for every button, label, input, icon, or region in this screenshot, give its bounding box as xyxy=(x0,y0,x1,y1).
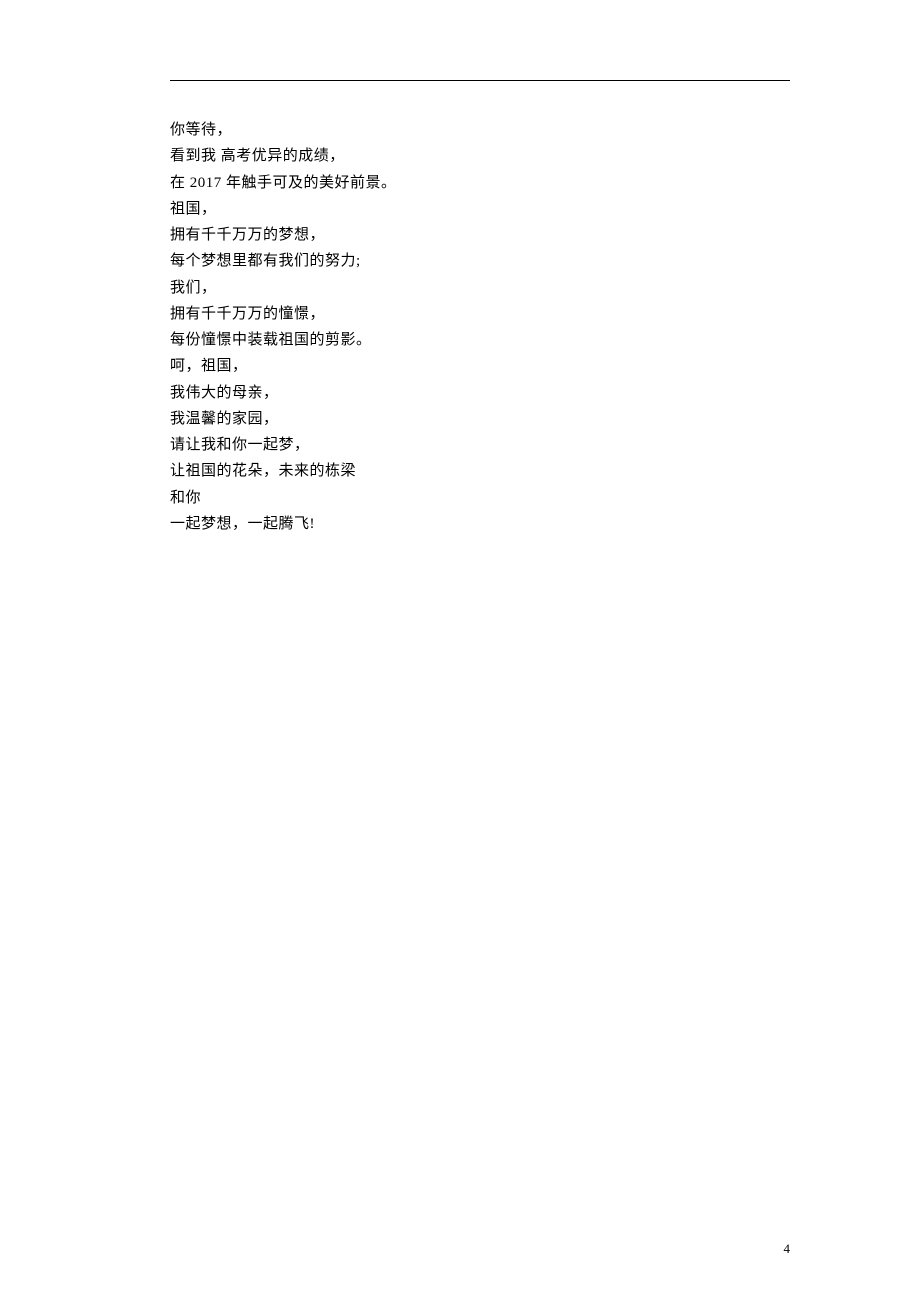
poem-line: 我们， xyxy=(170,275,790,301)
poem-line: 呵，祖国， xyxy=(170,353,790,379)
poem-line: 拥有千千万万的憧憬， xyxy=(170,301,790,327)
poem-line: 我温馨的家园， xyxy=(170,406,790,432)
poem-body: 你等待， 看到我 高考优异的成绩， 在 2017 年触手可及的美好前景。 祖国，… xyxy=(170,117,790,537)
poem-line: 在 2017 年触手可及的美好前景。 xyxy=(170,170,790,196)
header-rule xyxy=(170,80,790,81)
page-container: 你等待， 看到我 高考优异的成绩， 在 2017 年触手可及的美好前景。 祖国，… xyxy=(0,0,920,1302)
poem-line: 看到我 高考优异的成绩， xyxy=(170,143,790,169)
poem-line: 祖国， xyxy=(170,196,790,222)
poem-line: 你等待， xyxy=(170,117,790,143)
poem-line: 让祖国的花朵，未来的栋梁 xyxy=(170,458,790,484)
poem-line: 和你 xyxy=(170,485,790,511)
poem-line: 我伟大的母亲， xyxy=(170,380,790,406)
poem-line: 每个梦想里都有我们的努力; xyxy=(170,248,790,274)
poem-line: 拥有千千万万的梦想， xyxy=(170,222,790,248)
poem-line: 每份憧憬中装载祖国的剪影。 xyxy=(170,327,790,353)
poem-line: 一起梦想，一起腾飞! xyxy=(170,511,790,537)
page-number: 4 xyxy=(784,1241,791,1257)
poem-line: 请让我和你一起梦， xyxy=(170,432,790,458)
